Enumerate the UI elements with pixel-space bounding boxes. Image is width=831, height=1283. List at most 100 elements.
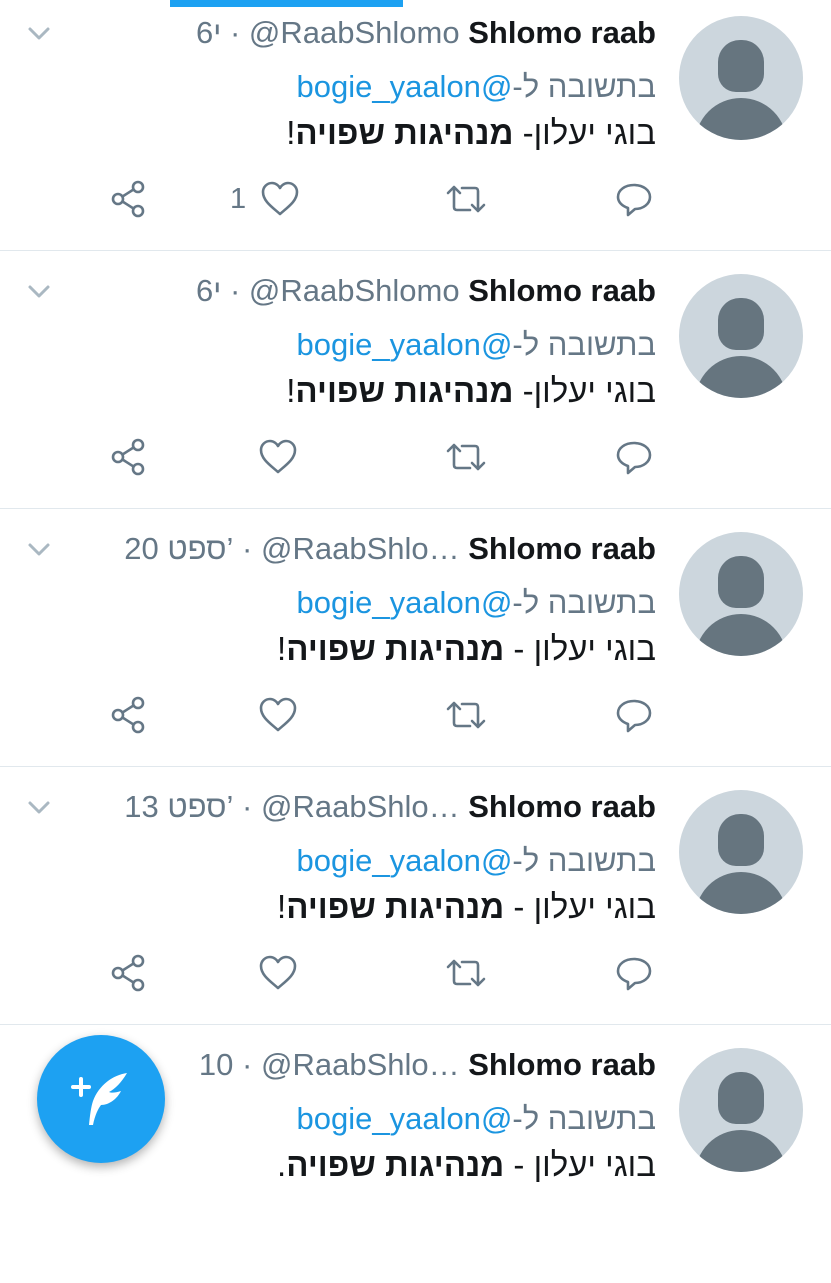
retweet-icon — [446, 443, 486, 471]
tweet-text-bold: מנהיגות שפויה — [286, 1146, 505, 1183]
compose-tweet-icon — [71, 1073, 127, 1125]
tweet-author-name[interactable]: Shlomo raab — [468, 1047, 656, 1082]
heart-icon — [259, 955, 297, 990]
share-button[interactable] — [106, 691, 150, 739]
tweet-text-normal: בוגי יעלון - — [504, 1146, 656, 1183]
tweet-text-bold: מנהיגות שפויה — [295, 372, 514, 409]
retweet-icon — [446, 701, 486, 729]
tweet-header: 13 ספט’ · @RaabShlo… Shlomo raab — [60, 785, 656, 829]
chevron-down-icon[interactable] — [24, 276, 54, 306]
like-count: 1 — [230, 182, 247, 215]
tweet-text-end: ! — [286, 114, 296, 151]
share-icon — [111, 438, 145, 476]
tweet-handle[interactable]: @RaabShlomo — [249, 269, 460, 313]
reply-mention-link[interactable]: @bogie_yaalon — [296, 69, 512, 104]
reply-prefix: בתשובה ל- — [512, 69, 656, 104]
tweet-time: 20 ספט’ — [124, 531, 234, 566]
tweet-time: 6י — [196, 273, 222, 308]
share-button[interactable] — [106, 175, 150, 223]
like-button[interactable] — [230, 949, 300, 997]
tweet-header: 20 ספט’ · @RaabShlo… Shlomo raab — [60, 527, 656, 571]
retweet-button[interactable] — [442, 691, 490, 739]
avatar[interactable] — [679, 274, 803, 398]
tweet-header: 6י · @RaabShlomo Shlomo raab — [60, 269, 656, 313]
separator-dot: · — [242, 789, 253, 824]
reply-context: בתשובה ל-@bogie_yaalon — [296, 65, 656, 109]
tweet-item[interactable]: 6י · @RaabShlomo Shlomo raab בתשובה ל-@b… — [0, 251, 831, 509]
heart-icon — [259, 697, 297, 732]
retweet-icon — [446, 185, 486, 213]
tweet-text: בוגי יעלון- מנהיגות שפויה! — [286, 369, 656, 413]
reply-button[interactable] — [612, 949, 656, 997]
tweet-item[interactable]: 6י · @RaabShlomo Shlomo raab בתשובה ל-@b… — [0, 0, 831, 251]
tweet-handle[interactable]: @RaabShlo… — [261, 1043, 460, 1087]
tweet-text-end: . — [277, 1146, 287, 1183]
tweet-text: בוגי יעלון - מנהיגות שפויה! — [277, 627, 656, 671]
tweet-handle[interactable]: @RaabShlo… — [261, 527, 460, 571]
share-icon — [111, 954, 145, 992]
tweet-item[interactable]: 13 ספט’ · @RaabShlo… Shlomo raab בתשובה … — [0, 767, 831, 1025]
tweet-author-name[interactable]: Shlomo raab — [468, 273, 656, 308]
chevron-down-icon[interactable] — [24, 18, 54, 48]
avatar[interactable] — [679, 16, 803, 140]
like-button[interactable] — [230, 691, 300, 739]
reply-context: בתשובה ל-@bogie_yaalon — [296, 323, 656, 367]
reply-button[interactable] — [612, 433, 656, 481]
tweet-item[interactable]: 20 ספט’ · @RaabShlo… Shlomo raab בתשובה … — [0, 509, 831, 767]
reply-button[interactable] — [612, 175, 656, 223]
reply-prefix: בתשובה ל- — [512, 1101, 656, 1136]
reply-prefix: בתשובה ל- — [512, 585, 656, 620]
avatar[interactable] — [679, 532, 803, 656]
tweet-time: 13 ספט’ — [124, 789, 234, 824]
retweet-button[interactable] — [442, 175, 490, 223]
avatar[interactable] — [679, 1048, 803, 1172]
reply-icon — [616, 183, 652, 217]
compose-tweet-button[interactable] — [37, 1035, 165, 1163]
retweet-button[interactable] — [442, 433, 490, 481]
tweet-text-normal: בוגי יעלון - — [504, 888, 656, 925]
tweet-header: 6י · @RaabShlomo Shlomo raab — [60, 11, 656, 55]
share-button[interactable] — [106, 433, 150, 481]
separator-dot: · — [242, 531, 253, 566]
tweet-text: בוגי יעלון- מנהיגות שפויה! — [286, 111, 656, 155]
tweet-text: בוגי יעלון - מנהיגות שפויה. — [277, 1143, 656, 1187]
tweet-text-end: ! — [277, 888, 287, 925]
tweet-text: בוגי יעלון - מנהיגות שפויה! — [277, 885, 656, 929]
tweet-text-bold: מנהיגות שפויה — [295, 114, 514, 151]
tweet-author-name[interactable]: Shlomo raab — [468, 15, 656, 50]
reply-prefix: בתשובה ל- — [512, 327, 656, 362]
retweet-button[interactable] — [442, 949, 490, 997]
reply-mention-link[interactable]: @bogie_yaalon — [296, 585, 512, 620]
tweet-text-normal: בוגי יעלון- — [513, 114, 656, 151]
reply-button[interactable] — [612, 691, 656, 739]
reply-mention-link[interactable]: @bogie_yaalon — [296, 843, 512, 878]
like-button[interactable] — [230, 433, 300, 481]
share-button[interactable] — [106, 949, 150, 997]
like-button[interactable]: 1 — [230, 175, 302, 223]
heart-icon — [259, 439, 297, 474]
tweet-author-name[interactable]: Shlomo raab — [468, 789, 656, 824]
tweet-handle[interactable]: @RaabShlomo — [249, 11, 460, 55]
chevron-down-icon[interactable] — [24, 792, 54, 822]
retweet-icon — [446, 959, 486, 987]
tweet-author-name[interactable]: Shlomo raab — [468, 531, 656, 566]
reply-mention-link[interactable]: @bogie_yaalon — [296, 1101, 512, 1136]
tweet-time: 6י — [196, 15, 222, 50]
tweet-actions — [0, 433, 831, 481]
tweet-actions — [0, 949, 831, 997]
heart-icon — [261, 181, 299, 216]
chevron-down-icon[interactable] — [24, 534, 54, 564]
reply-icon — [616, 699, 652, 733]
reply-mention-link[interactable]: @bogie_yaalon — [296, 327, 512, 362]
reply-context: בתשובה ל-@bogie_yaalon — [296, 839, 656, 883]
share-icon — [111, 696, 145, 734]
avatar[interactable] — [679, 790, 803, 914]
tweet-text-normal: בוגי יעלון- — [513, 372, 656, 409]
reply-icon — [616, 441, 652, 475]
tweet-text-normal: בוגי יעלון - — [504, 630, 656, 667]
tweet-handle[interactable]: @RaabShlo… — [261, 785, 460, 829]
tweet-text-bold: מנהיגות שפויה — [286, 888, 505, 925]
separator-dot: · — [229, 273, 241, 308]
share-icon — [111, 180, 145, 218]
tweet-time: 10 — [198, 1047, 234, 1082]
